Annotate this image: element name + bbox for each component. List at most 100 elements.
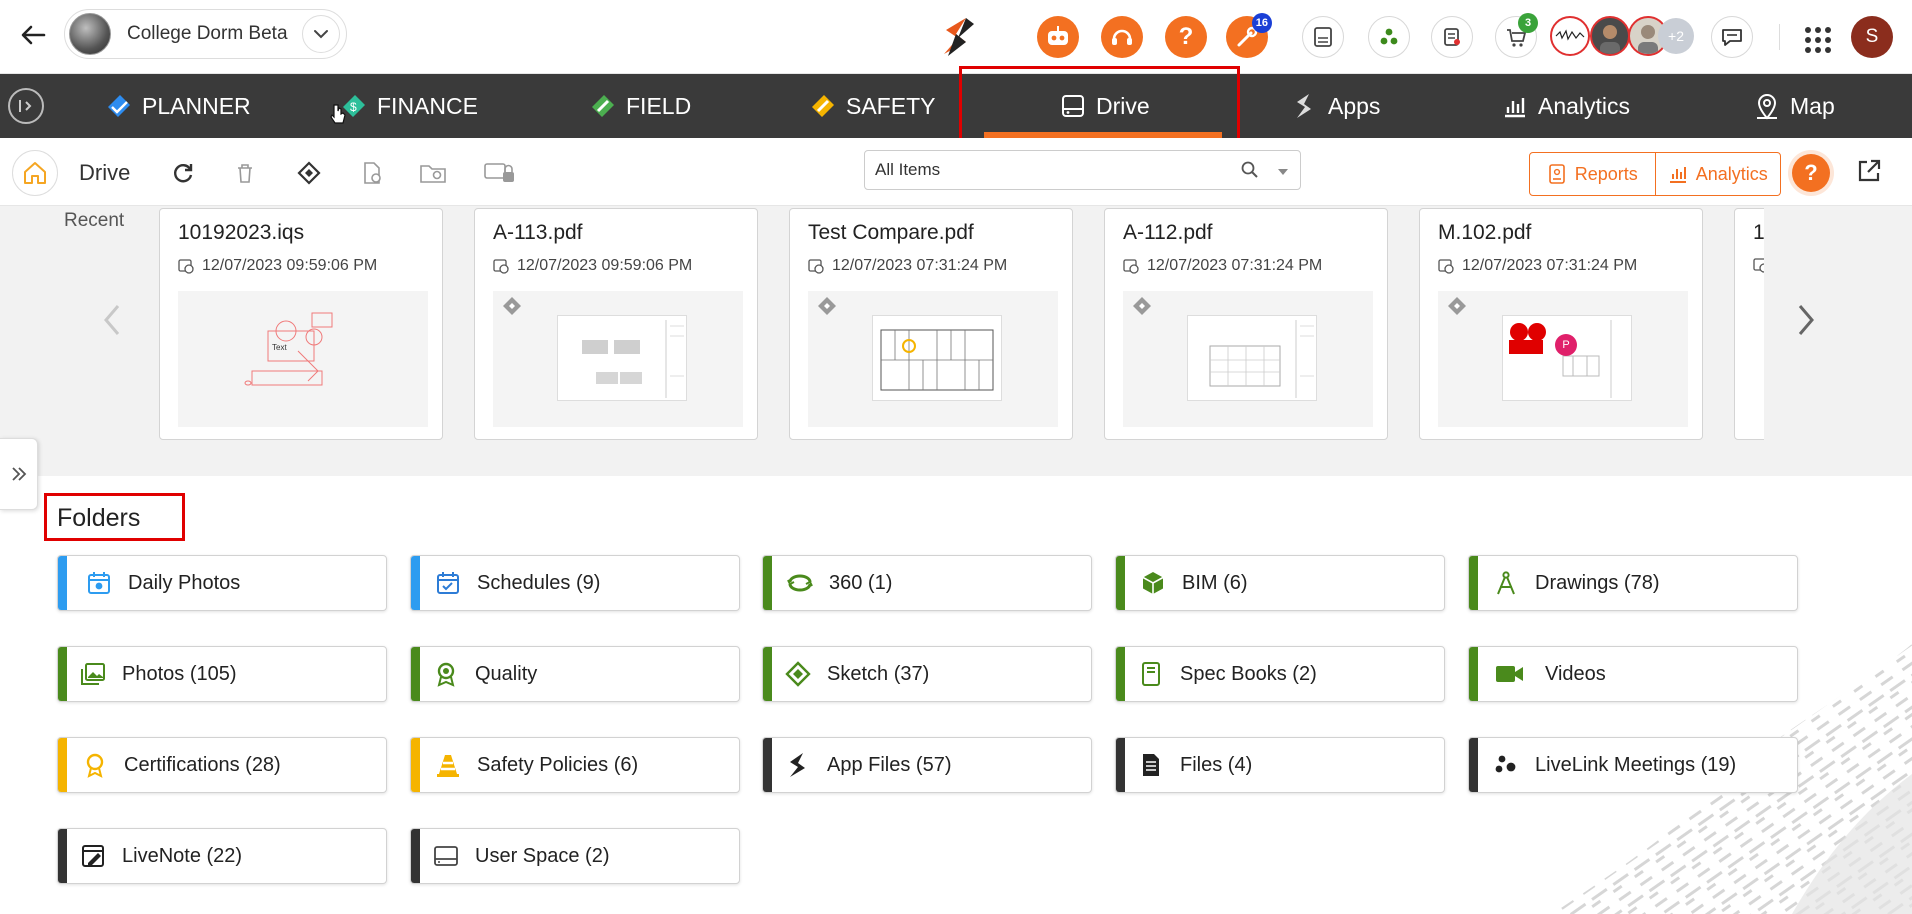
- folder-label: Schedules (9): [477, 571, 601, 594]
- user-marker: P: [1555, 334, 1577, 356]
- trash-icon[interactable]: [230, 158, 260, 188]
- recent-card[interactable]: A-113.pdf 12/07/2023 09:59:06 PM: [474, 208, 758, 440]
- back-arrow-icon[interactable]: [16, 18, 50, 52]
- search-filter[interactable]: All Items: [864, 150, 1301, 190]
- file-name: M.102.pdf: [1438, 221, 1532, 244]
- folder-user-space[interactable]: User Space (2): [410, 828, 740, 884]
- clock-calendar-icon: [493, 259, 509, 274]
- folder-stripe: [1116, 556, 1125, 610]
- folder-safety-policies[interactable]: Safety Policies (6): [410, 737, 740, 793]
- folder-stripe: [1116, 738, 1125, 792]
- more-members-badge[interactable]: +2: [1658, 18, 1694, 54]
- cart-count-badge: 3: [1518, 13, 1538, 33]
- nav-safety[interactable]: SAFETY: [808, 74, 935, 138]
- folder-label: User Space (2): [475, 844, 610, 867]
- reports-button[interactable]: Reports: [1530, 153, 1655, 195]
- file-date-text: 12/07/2023 07:31:24 PM: [832, 257, 1008, 274]
- project-avatar: [69, 13, 111, 55]
- file-add-icon[interactable]: [357, 158, 387, 188]
- chevron-left-icon[interactable]: [92, 290, 132, 350]
- member-avatar[interactable]: [1550, 16, 1590, 56]
- folder-label: 360 (1): [829, 571, 893, 594]
- folder-livelink-meetings[interactable]: LiveLink Meetings (19): [1468, 737, 1798, 793]
- folder-daily-photos[interactable]: Daily Photos: [57, 555, 387, 611]
- help-button[interactable]: ?: [1792, 154, 1830, 192]
- nav-map[interactable]: Map: [1752, 74, 1835, 138]
- folder-label: Files (4): [1180, 753, 1253, 776]
- folder-videos[interactable]: Videos: [1468, 646, 1798, 702]
- project-selector[interactable]: College Dorm Beta: [64, 9, 347, 59]
- folder-label: LiveNote (22): [122, 844, 243, 867]
- open-external-icon[interactable]: [1856, 158, 1886, 188]
- folder-360[interactable]: 360 (1): [762, 555, 1092, 611]
- folder-certifications[interactable]: Certifications (28): [57, 737, 387, 793]
- folder-add-icon[interactable]: [418, 158, 448, 188]
- analytics-label: Analytics: [1695, 163, 1768, 184]
- cart-icon[interactable]: 3: [1495, 13, 1538, 58]
- file-date: 12/07/2023 09:59:06 PM: [493, 257, 692, 275]
- member-avatar[interactable]: [1590, 16, 1630, 56]
- help-icon[interactable]: ?: [1165, 16, 1207, 58]
- recent-card[interactable]: A-112.pdf 12/07/2023 07:31:24 PM: [1104, 208, 1388, 440]
- nav-finance[interactable]: $ FINANCE: [339, 74, 478, 138]
- folder-bim[interactable]: BIM (6): [1115, 555, 1445, 611]
- mouse-cursor-icon: [330, 104, 346, 124]
- nav-toggle-icon[interactable]: [8, 88, 44, 124]
- divider: [1779, 24, 1780, 50]
- folder-schedules[interactable]: Schedules (9): [410, 555, 740, 611]
- dropdown-caret-icon[interactable]: [1278, 169, 1288, 175]
- support-headset-icon[interactable]: [1101, 16, 1143, 58]
- analytics-button[interactable]: Analytics: [1654, 153, 1781, 195]
- expand-panel-icon[interactable]: [0, 438, 38, 510]
- folder-files[interactable]: Files (4): [1115, 737, 1445, 793]
- folder-stripe: [411, 829, 420, 883]
- drive-toolbar: Drive All Items Reports Analytics ?: [0, 138, 1912, 206]
- folder-stripe: [411, 738, 420, 792]
- folder-stripe: [1469, 556, 1478, 610]
- nav-apps[interactable]: Apps: [1290, 74, 1380, 138]
- recent-card[interactable]: 10192023.iqs 12/07/2023 09:59:06 PM Text: [159, 208, 443, 440]
- field-icon: [588, 91, 618, 121]
- file-icon: [1136, 750, 1166, 780]
- folder-livenote[interactable]: LiveNote (22): [57, 828, 387, 884]
- reports-label: Reports: [1574, 163, 1638, 184]
- folder-spec-books[interactable]: Spec Books (2): [1115, 646, 1445, 702]
- nav-label: Analytics: [1538, 92, 1631, 119]
- chevron-right-icon[interactable]: [1786, 290, 1826, 350]
- folder-stripe: [1469, 647, 1478, 701]
- nav-analytics[interactable]: Analytics: [1500, 74, 1630, 138]
- recent-card[interactable]: Test Compare.pdf 12/07/2023 07:31:24 PM: [789, 208, 1073, 440]
- nav-label: Map: [1790, 92, 1835, 119]
- folder-stripe: [1116, 647, 1125, 701]
- nav-planner[interactable]: PLANNER: [104, 74, 251, 138]
- file-name: A-112.pdf: [1123, 221, 1213, 244]
- folder-app-files[interactable]: App Files (57): [762, 737, 1092, 793]
- sketch-tool-icon[interactable]: [294, 158, 324, 188]
- ai-bot-icon[interactable]: [1037, 16, 1079, 58]
- search-icon[interactable]: [1240, 160, 1260, 185]
- user-avatar[interactable]: S: [1851, 16, 1893, 58]
- recent-card[interactable]: 1: [1734, 208, 1764, 440]
- folder-stripe: [411, 556, 420, 610]
- folder-photos[interactable]: Photos (105): [57, 646, 387, 702]
- apps-grid-icon[interactable]: [1800, 22, 1831, 53]
- inbox-icon[interactable]: [1302, 16, 1344, 58]
- home-icon[interactable]: [12, 150, 58, 196]
- nav-field[interactable]: FIELD: [588, 74, 691, 138]
- chat-icon[interactable]: [1711, 16, 1753, 58]
- file-thumbnail: [493, 291, 743, 427]
- chevron-down-icon[interactable]: [302, 15, 340, 53]
- brand-logo-icon[interactable]: [936, 14, 982, 60]
- folder-stripe: [763, 738, 772, 792]
- refresh-icon[interactable]: [168, 158, 198, 188]
- tools-icon[interactable]: 16: [1226, 13, 1272, 58]
- secure-share-icon[interactable]: [481, 158, 519, 188]
- folder-quality[interactable]: Quality: [410, 646, 740, 702]
- recent-card[interactable]: M.102.pdf 12/07/2023 07:31:24 PM P: [1419, 208, 1703, 440]
- documents-icon[interactable]: [1431, 16, 1473, 58]
- folder-label: Sketch (37): [827, 662, 930, 685]
- sketch-badge-icon: [1133, 297, 1151, 315]
- folder-sketch[interactable]: Sketch (37): [762, 646, 1092, 702]
- folder-drawings[interactable]: Drawings (78): [1468, 555, 1798, 611]
- network-icon[interactable]: [1368, 16, 1410, 58]
